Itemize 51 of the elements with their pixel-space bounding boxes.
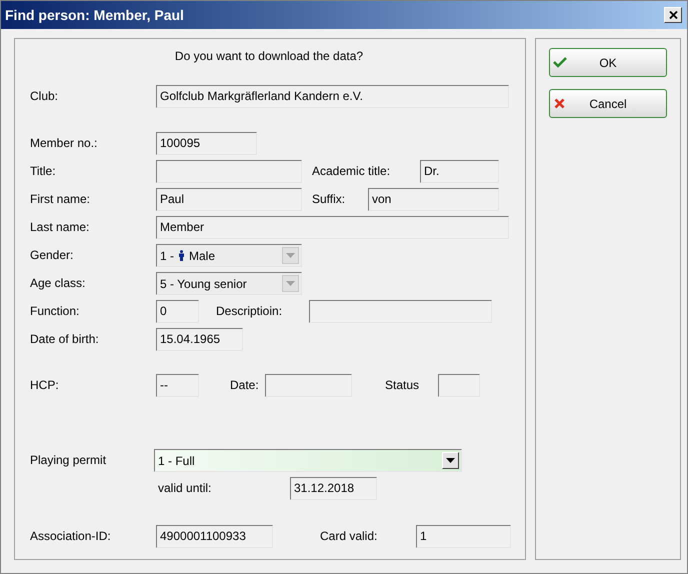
text-field[interactable]: Golfclub Markgräflerland Kandern e.V. xyxy=(156,85,509,108)
close-button[interactable] xyxy=(664,7,682,23)
field-label: Age class: xyxy=(30,275,86,292)
text-field[interactable]: 100095 xyxy=(156,132,257,155)
field-label: Function: xyxy=(30,303,80,320)
field-label: Suffix: xyxy=(312,191,346,208)
text-field[interactable]: 0 xyxy=(156,300,199,323)
field-label: HCP: xyxy=(30,377,60,394)
text-field[interactable]: Member xyxy=(156,216,509,239)
checkmark-icon xyxy=(553,57,567,68)
text-field[interactable]: 31.12.2018 xyxy=(290,477,377,500)
caret-icon xyxy=(446,458,455,463)
close-icon xyxy=(668,11,678,19)
field-label: Playing permit xyxy=(30,452,108,469)
text-field[interactable] xyxy=(438,374,480,397)
text-field[interactable]: Paul xyxy=(156,188,302,211)
field-label: Date: xyxy=(230,377,260,394)
dropdown[interactable]: 1 - Full xyxy=(154,449,462,472)
text-field[interactable]: 15.04.1965 xyxy=(156,328,243,351)
prompt-text: Do you want to download the data? xyxy=(174,48,364,65)
ok-button[interactable]: OK xyxy=(549,48,667,77)
field-label: Status xyxy=(385,377,420,394)
text-field[interactable]: von xyxy=(368,188,499,211)
caret-icon xyxy=(286,253,295,258)
close-icon xyxy=(554,98,565,109)
field-label: Club: xyxy=(30,88,60,105)
field-label: Gender: xyxy=(30,247,74,264)
cancel-button[interactable]: Cancel xyxy=(549,89,667,118)
text-field[interactable]: -- xyxy=(156,374,199,397)
field-label: valid until: xyxy=(158,480,212,497)
window-title: Find person: Member, Paul xyxy=(5,6,184,25)
dropdown-value: 1 - Male xyxy=(160,248,216,264)
caret-icon xyxy=(286,281,295,286)
field-label: Member no.: xyxy=(30,135,98,152)
field-label: Association-ID: xyxy=(30,528,112,545)
text-field[interactable]: Dr. xyxy=(420,160,499,183)
text-field[interactable] xyxy=(265,374,352,397)
field-label: Date of birth: xyxy=(30,331,100,348)
field-label: Title: xyxy=(30,163,57,180)
field-label: Card valid: xyxy=(320,528,378,545)
text-field[interactable] xyxy=(309,300,492,323)
dropdown-value: 1 - Full xyxy=(158,452,196,470)
dropdown-value: 5 - Young senior xyxy=(160,276,248,292)
field-label: Descriptioin: xyxy=(216,303,284,320)
field-label: Last name: xyxy=(30,219,90,236)
text-field[interactable]: 4900001100933 xyxy=(156,525,273,548)
text-field[interactable] xyxy=(156,160,302,183)
field-label: Academic title: xyxy=(312,163,392,180)
text-field[interactable]: 1 xyxy=(416,525,511,548)
field-label: First name: xyxy=(30,191,92,208)
person-icon xyxy=(178,250,186,261)
